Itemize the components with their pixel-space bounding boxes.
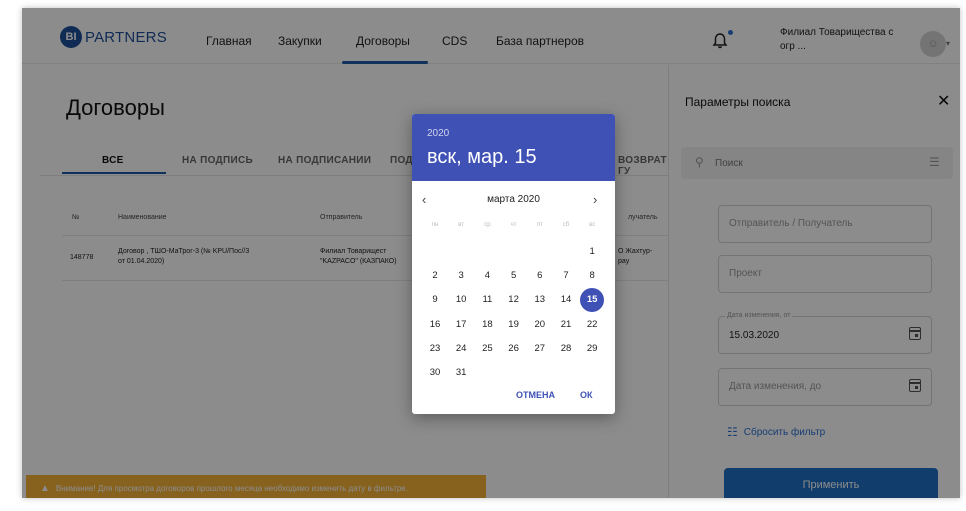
weekday-label: вс	[589, 222, 596, 228]
date-picker-header: 2020 вск, мар. 15	[412, 114, 615, 181]
app-window: BI PARTNERS Главная Закупки Договоры CDS…	[22, 8, 960, 498]
weekday-label: ср	[484, 222, 491, 228]
calendar-day[interactable]: 26	[502, 337, 526, 361]
calendar-day[interactable]: 8	[580, 264, 604, 288]
calendar-day[interactable]: 27	[528, 337, 552, 361]
calendar-day[interactable]: 2	[423, 264, 447, 288]
calendar-day[interactable]: 13	[528, 288, 552, 312]
calendar-day[interactable]: 9	[423, 288, 447, 312]
month-label: марта 2020	[487, 194, 540, 205]
calendar-day[interactable]: 5	[502, 264, 526, 288]
calendar-day[interactable]: 19	[502, 313, 526, 337]
calendar-day[interactable]: 31	[449, 361, 473, 385]
calendar-day[interactable]: 4	[475, 264, 499, 288]
ok-button[interactable]: ОК	[580, 390, 593, 400]
chevron-right-icon[interactable]: ›	[593, 192, 597, 207]
calendar-day[interactable]: 1	[580, 240, 604, 264]
calendar-day[interactable]: 16	[423, 313, 447, 337]
calendar-day[interactable]: 20	[528, 313, 552, 337]
calendar-day[interactable]: 14	[554, 288, 578, 312]
calendar-day[interactable]: 30	[423, 361, 447, 385]
picker-selected-date: вск, мар. 15	[427, 146, 537, 168]
calendar-day[interactable]: 21	[554, 313, 578, 337]
calendar-day-selected[interactable]: 15	[580, 288, 605, 313]
calendar-day[interactable]: 28	[554, 337, 578, 361]
calendar-day[interactable]: 11	[475, 288, 499, 312]
calendar-day[interactable]: 22	[580, 313, 604, 337]
weekday-label: сб	[562, 222, 570, 228]
calendar-day[interactable]: 7	[554, 264, 578, 288]
date-picker-dialog: 2020 вск, мар. 15 ‹ марта 2020 › ОТМЕНА …	[412, 114, 615, 414]
calendar-day[interactable]: 23	[423, 337, 447, 361]
weekday-label: вт	[458, 222, 465, 228]
calendar-day[interactable]: 24	[449, 337, 473, 361]
calendar-day[interactable]: 12	[502, 288, 526, 312]
picker-year[interactable]: 2020	[427, 128, 449, 139]
calendar-day[interactable]: 18	[475, 313, 499, 337]
cancel-button[interactable]: ОТМЕНА	[516, 390, 555, 400]
weekday-label: пт	[536, 222, 543, 228]
weekday-label: чт	[510, 222, 517, 228]
calendar-day[interactable]: 10	[449, 288, 473, 312]
calendar-day[interactable]: 17	[449, 313, 473, 337]
calendar-day[interactable]: 25	[475, 337, 499, 361]
weekday-label: пн	[431, 222, 439, 228]
calendar-day[interactable]: 3	[449, 264, 473, 288]
calendar-day[interactable]: 6	[528, 264, 552, 288]
calendar-day[interactable]: 29	[580, 337, 604, 361]
